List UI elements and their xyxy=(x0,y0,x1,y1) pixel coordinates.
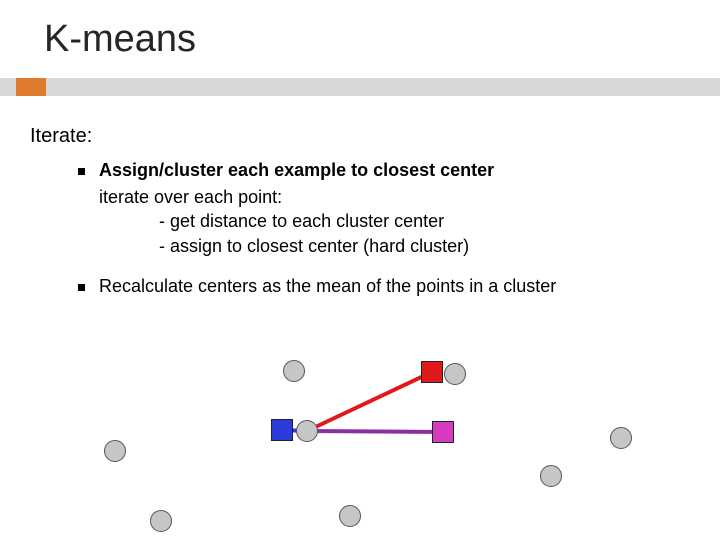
bullet-1-text: Assign/cluster each example to closest c… xyxy=(99,160,494,181)
data-point-candidate xyxy=(296,420,318,442)
data-point xyxy=(150,510,172,532)
slide-title: K-means xyxy=(0,0,720,61)
bullet-item-1: Assign/cluster each example to closest c… xyxy=(78,160,556,181)
cluster-center-red xyxy=(421,361,443,383)
data-point xyxy=(540,465,562,487)
data-point xyxy=(444,363,466,385)
cluster-center-magenta xyxy=(432,421,454,443)
sub-line-3: - assign to closest center (hard cluster… xyxy=(159,234,556,258)
line-to-red xyxy=(307,372,432,431)
line-to-magenta xyxy=(307,431,443,432)
accent-orange-block xyxy=(16,78,46,96)
sub-line-1: iterate over each point: xyxy=(99,185,556,209)
data-point xyxy=(104,440,126,462)
data-point xyxy=(283,360,305,382)
cluster-center-blue xyxy=(271,419,293,441)
square-bullet-icon xyxy=(78,168,85,175)
bullet-1-sublines: iterate over each point: - get distance … xyxy=(99,185,556,258)
iterate-label: Iterate: xyxy=(30,125,556,148)
bullet-item-2: Recalculate centers as the mean of the p… xyxy=(78,276,556,297)
sub-line-2: - get distance to each cluster center xyxy=(159,209,556,233)
accent-bar xyxy=(0,78,720,96)
content-block: Iterate: Assign/cluster each example to … xyxy=(30,125,556,301)
kmeans-diagram xyxy=(0,345,720,540)
data-point xyxy=(339,505,361,527)
square-bullet-icon xyxy=(78,284,85,291)
data-point xyxy=(610,427,632,449)
bullet-2-text: Recalculate centers as the mean of the p… xyxy=(99,276,556,297)
